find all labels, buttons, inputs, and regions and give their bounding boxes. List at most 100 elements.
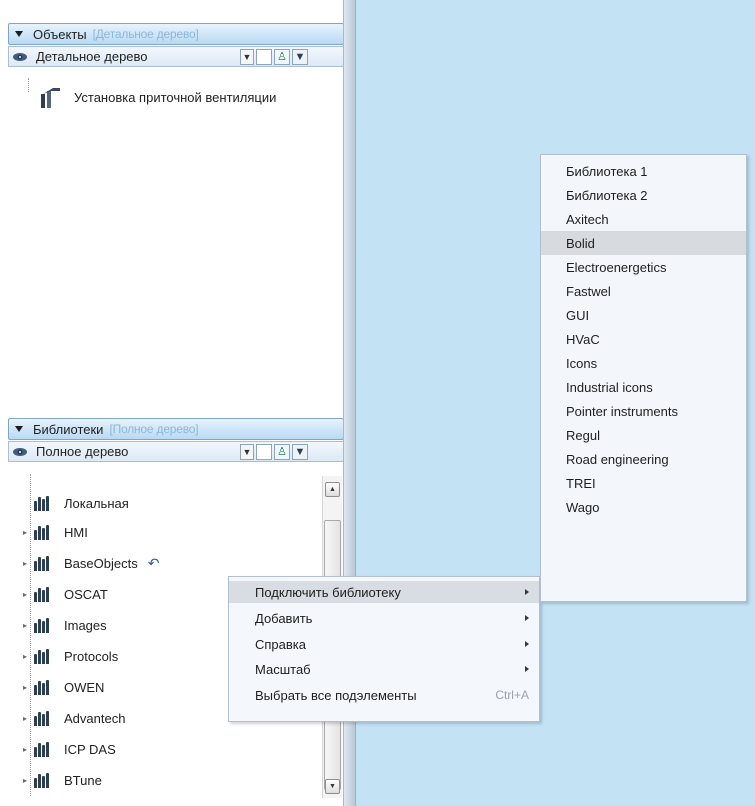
tree-item-ventilation[interactable]: Установка приточной вентиляции — [38, 86, 276, 108]
objects-toolbar: Детальное дерево ▼ ♙ ▼ — [8, 46, 344, 67]
submenu-arrow-icon — [525, 641, 529, 647]
library-books-icon — [34, 710, 54, 726]
library-books-icon — [34, 586, 54, 602]
library-item[interactable]: ▸ BTune — [20, 769, 102, 791]
library-label: BaseObjects — [64, 555, 138, 571]
menu-item-label: Справка — [255, 636, 306, 652]
menu-item-label: Добавить — [255, 610, 313, 626]
library-item[interactable]: ▸ OWEN — [20, 676, 104, 698]
library-label: BTune — [64, 772, 102, 788]
menu-item-label: Подключить библиотеку — [255, 584, 401, 600]
submenu-item[interactable]: GUI — [541, 303, 746, 327]
submenu-arrow-icon — [525, 615, 529, 621]
menu-item-add[interactable]: Добавить — [229, 607, 539, 629]
collapse-arrow-icon[interactable] — [15, 426, 23, 432]
library-books-icon — [34, 679, 54, 695]
library-label: OWEN — [64, 679, 105, 695]
eye-icon[interactable] — [12, 51, 30, 63]
submenu-item-highlighted[interactable]: Bolid — [541, 231, 746, 255]
library-submenu: Библиотека 1 Библиотека 2 Axitech Bolid … — [540, 154, 747, 602]
eye-icon[interactable] — [12, 446, 30, 458]
menu-item-label: Масштаб — [255, 661, 311, 677]
library-books-icon — [34, 555, 54, 571]
scroll-up-icon[interactable]: ▲ — [325, 482, 340, 497]
submenu-item[interactable]: Industrial icons — [541, 375, 746, 399]
expand-arrow-icon[interactable]: ▸ — [20, 776, 30, 785]
tree-connector — [28, 78, 29, 92]
libraries-header-subtitle: [Полное дерево] — [109, 422, 199, 436]
expand-arrow-icon[interactable]: ▸ — [20, 559, 30, 568]
library-books-icon — [34, 524, 54, 540]
library-item[interactable]: ▸ HMI — [20, 521, 88, 543]
objects-view-mode-select[interactable]: Детальное дерево — [36, 49, 240, 64]
submenu-item[interactable]: Библиотека 1 — [541, 159, 746, 183]
expand-arrow-icon[interactable]: ▸ — [20, 652, 30, 661]
library-item[interactable]: ▸ BaseObjects ↶ — [20, 552, 159, 574]
users-icon[interactable]: ♙ — [274, 48, 290, 65]
library-label: Локальная — [64, 495, 129, 511]
libraries-header-title: Библиотеки — [33, 421, 104, 437]
objects-section-header[interactable]: Объекты [Детальное дерево] — [8, 23, 344, 45]
submenu-item[interactable]: Regul — [541, 423, 746, 447]
submenu-item[interactable]: TREI — [541, 471, 746, 495]
menu-item-label: Выбрать все подэлементы — [255, 687, 417, 703]
tree-item-label: Установка приточной вентиляции — [74, 89, 277, 105]
blank-page-icon[interactable] — [256, 443, 272, 460]
users-icon[interactable]: ♙ — [274, 443, 290, 460]
collapse-arrow-icon[interactable] — [15, 31, 23, 37]
submenu-item[interactable]: Road engineering — [541, 447, 746, 471]
submenu-item[interactable]: Icons — [541, 351, 746, 375]
library-item[interactable]: ▸ Images — [20, 614, 107, 636]
menu-item-help[interactable]: Справка — [229, 633, 539, 655]
library-label: Protocols — [64, 648, 119, 664]
library-item[interactable]: ▸ Protocols — [20, 645, 118, 667]
library-label: Advantech — [64, 710, 126, 726]
dropdown-arrow-icon[interactable]: ▼ — [240, 48, 254, 65]
expand-arrow-icon[interactable]: ▸ — [20, 714, 30, 723]
libraries-toolbar: Полное дерево ▼ ♙ ▼ — [8, 441, 344, 462]
context-menu: Подключить библиотеку Добавить Справка М… — [228, 576, 540, 722]
blank-page-icon[interactable] — [256, 48, 272, 65]
library-books-icon — [34, 741, 54, 757]
menu-item-zoom[interactable]: Масштаб — [229, 658, 539, 680]
library-label: ICP DAS — [64, 741, 116, 757]
library-books-icon — [34, 617, 54, 633]
objects-header-title: Объекты — [33, 26, 87, 42]
submenu-item[interactable]: Библиотека 2 — [541, 183, 746, 207]
menu-shortcut: Ctrl+A — [495, 688, 529, 702]
submenu-item[interactable]: Electroenergetics — [541, 255, 746, 279]
expand-arrow-icon[interactable]: ▸ — [20, 528, 30, 537]
submenu-item[interactable]: HVaC — [541, 327, 746, 351]
libraries-section-header[interactable]: Библиотеки [Полное дерево] — [8, 418, 344, 440]
menu-item-select-all[interactable]: Выбрать все подэлементы Ctrl+A — [229, 684, 539, 706]
library-label: OSCAT — [64, 586, 108, 602]
menu-item-connect-library[interactable]: Подключить библиотеку — [229, 581, 539, 603]
filter-icon[interactable]: ▼ — [292, 443, 308, 460]
library-books-icon — [34, 648, 54, 664]
submenu-item[interactable]: Pointer instruments — [541, 399, 746, 423]
submenu-arrow-icon — [525, 589, 529, 595]
objects-header-subtitle: [Детальное дерево] — [92, 27, 199, 41]
library-item[interactable]: ▸ Advantech — [20, 707, 125, 729]
library-item[interactable]: Локальная — [20, 492, 129, 514]
dropdown-arrow-icon[interactable]: ▼ — [240, 443, 254, 460]
refresh-icon[interactable]: ↶ — [148, 555, 160, 572]
expand-arrow-icon[interactable]: ▸ — [20, 683, 30, 692]
library-books-icon — [34, 772, 54, 788]
submenu-arrow-icon — [525, 666, 529, 672]
expand-arrow-icon[interactable]: ▸ — [20, 590, 30, 599]
expand-arrow-icon[interactable]: ▸ — [20, 745, 30, 754]
library-books-icon — [34, 495, 54, 511]
ventilation-unit-icon — [38, 85, 64, 109]
library-label: Images — [64, 617, 107, 633]
expand-arrow-icon[interactable]: ▸ — [20, 621, 30, 630]
library-label: HMI — [64, 524, 88, 540]
filter-icon[interactable]: ▼ — [292, 48, 308, 65]
library-item[interactable]: ▸ ICP DAS — [20, 738, 116, 760]
scroll-down-icon[interactable]: ▼ — [325, 779, 340, 794]
submenu-item[interactable]: Axitech — [541, 207, 746, 231]
submenu-item[interactable]: Wago — [541, 495, 746, 519]
library-item[interactable]: ▸ OSCAT — [20, 583, 108, 605]
libraries-view-mode-select[interactable]: Полное дерево — [36, 444, 240, 459]
submenu-item[interactable]: Fastwel — [541, 279, 746, 303]
